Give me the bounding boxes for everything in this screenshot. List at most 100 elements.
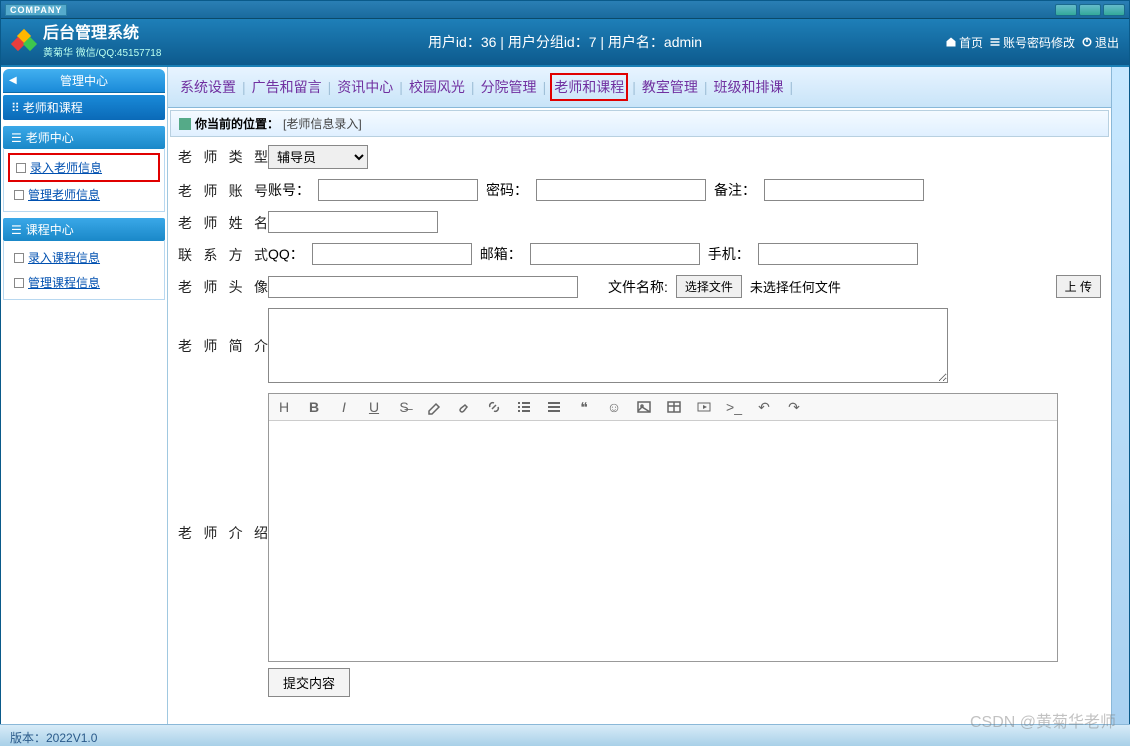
quote-icon[interactable]: ❝	[575, 398, 593, 416]
home-icon	[945, 36, 957, 48]
main-area: 系统设置| 广告和留言| 资讯中心| 校园风光| 分院管理| 老师和课程| 教室…	[168, 67, 1111, 745]
bullet-icon	[14, 253, 24, 263]
redo-icon[interactable]: ↷	[785, 398, 803, 416]
list-icon[interactable]	[515, 398, 533, 416]
emoji-icon[interactable]: ☺	[605, 398, 623, 416]
home-link[interactable]: 首页	[945, 34, 983, 51]
bullet-icon	[14, 190, 24, 200]
app-title: 后台管理系统	[43, 26, 161, 42]
nav-campus[interactable]: 校园风光	[407, 75, 467, 99]
label-bio: 老师简介	[178, 308, 268, 356]
change-password-link[interactable]: 账号密码修改	[989, 34, 1075, 51]
avatar-path-input[interactable]	[268, 276, 578, 298]
underline-icon[interactable]: U	[365, 398, 383, 416]
sidebar-item-add-teacher[interactable]: 录入老师信息	[8, 153, 160, 182]
label-account: 老师账号	[178, 179, 268, 201]
sidebar-group-teacher[interactable]: ☰ 老师中心	[3, 126, 165, 149]
form-content: 老师类型 辅导员 老师账号 账号： 密码： 备注：	[168, 139, 1111, 745]
video-icon[interactable]	[695, 398, 713, 416]
editor-toolbar: H B I U S̶ ❝ ☺	[269, 394, 1057, 421]
editor-content[interactable]	[269, 421, 1057, 661]
app-subtitle: 黄菊华 微信/QQ:45157718	[43, 44, 161, 59]
label-password: 密码：	[486, 180, 528, 200]
logout-link[interactable]: 退出	[1081, 34, 1119, 51]
rich-editor: H B I U S̶ ❝ ☺	[268, 393, 1058, 662]
label-qq: QQ：	[268, 244, 304, 264]
sidebar-item-manage-course[interactable]: 管理课程信息	[8, 270, 160, 295]
label-contact: 联系方式	[178, 243, 268, 265]
logout-label: 退出	[1095, 34, 1119, 51]
power-icon	[1081, 36, 1093, 48]
strike-icon[interactable]: S̶	[395, 398, 413, 416]
breadcrumb-path: [老师信息录入]	[283, 115, 362, 132]
link-icon[interactable]	[485, 398, 503, 416]
highlight-icon[interactable]	[425, 398, 443, 416]
bold-icon[interactable]: B	[305, 398, 323, 416]
qq-input[interactable]	[312, 243, 472, 265]
submit-button[interactable]: 提交内容	[268, 668, 350, 697]
phone-input[interactable]	[758, 243, 918, 265]
label-type: 老师类型	[178, 145, 268, 167]
nav-system[interactable]: 系统设置	[178, 75, 238, 99]
teacher-name-input[interactable]	[268, 211, 438, 233]
username-input[interactable]	[318, 179, 478, 201]
code-icon[interactable]: >_	[725, 398, 743, 416]
sidebar-module: ⠿ 老师和课程	[3, 95, 165, 120]
location-icon	[179, 118, 191, 130]
bullet-icon	[14, 278, 24, 288]
sidebar-title: 管理中心	[3, 69, 165, 93]
password-input[interactable]	[536, 179, 706, 201]
email-input[interactable]	[530, 243, 700, 265]
home-label: 首页	[959, 34, 983, 51]
sidebar-item-add-course[interactable]: 录入课程信息	[8, 245, 160, 270]
minimize-button[interactable]	[1055, 4, 1077, 16]
sidebar: 管理中心 ⠿ 老师和课程 ☰ 老师中心 录入老师信息	[1, 67, 168, 745]
nav-classroom[interactable]: 教室管理	[640, 75, 700, 99]
brush-icon[interactable]	[455, 398, 473, 416]
image-icon[interactable]	[635, 398, 653, 416]
bullet-icon	[16, 163, 26, 173]
list-icon	[989, 36, 1001, 48]
breadcrumb: 你当前的位置： [老师信息录入]	[170, 110, 1109, 137]
breadcrumb-prefix: 你当前的位置：	[195, 115, 279, 132]
app-header: 后台管理系统 黄菊华 微信/QQ:45157718 用户id：36 | 用户分组…	[1, 19, 1129, 65]
align-icon[interactable]	[545, 398, 563, 416]
maximize-button[interactable]	[1079, 4, 1101, 16]
label-avatar: 老师头像	[178, 275, 268, 297]
logo-icon	[11, 29, 37, 55]
list-icon: ☰	[11, 131, 22, 145]
list-icon: ☰	[11, 223, 22, 237]
table-icon[interactable]	[665, 398, 683, 416]
heading-icon[interactable]: H	[275, 398, 293, 416]
nav-branch[interactable]: 分院管理	[479, 75, 539, 99]
sidebar-module-label: 老师和课程	[23, 99, 83, 116]
nav-teacher-course[interactable]: 老师和课程	[550, 73, 628, 101]
bio-textarea[interactable]	[268, 308, 948, 383]
user-info: 用户id：36 | 用户分组id：7 | 用户名：admin	[428, 32, 702, 52]
close-button[interactable]	[1103, 4, 1125, 16]
sidebar-group-label: 课程中心	[26, 221, 74, 238]
no-file-text: 未选择任何文件	[750, 277, 841, 296]
sidebar-group-label: 老师中心	[26, 129, 74, 146]
nav-schedule[interactable]: 班级和排课	[711, 75, 785, 99]
sidebar-item-label: 管理老师信息	[28, 186, 100, 203]
sidebar-item-label: 管理课程信息	[28, 274, 100, 291]
remark-input[interactable]	[764, 179, 924, 201]
footer: 版本：2022V1.0	[0, 724, 1130, 746]
undo-icon[interactable]: ↶	[755, 398, 773, 416]
sidebar-item-manage-teacher[interactable]: 管理老师信息	[8, 182, 160, 207]
nav-ads[interactable]: 广告和留言	[250, 75, 324, 99]
sidebar-group-course[interactable]: ☰ 课程中心	[3, 218, 165, 241]
change-password-label: 账号密码修改	[1003, 34, 1075, 51]
nav-news[interactable]: 资讯中心	[335, 75, 395, 99]
teacher-type-select[interactable]: 辅导员	[268, 145, 368, 169]
upload-button[interactable]: 上 传	[1056, 275, 1101, 298]
company-badge: COMPANY	[5, 4, 67, 16]
sidebar-item-label: 录入老师信息	[30, 159, 102, 176]
choose-file-button[interactable]: 选择文件	[676, 275, 742, 298]
italic-icon[interactable]: I	[335, 398, 353, 416]
label-filename: 文件名称:	[608, 277, 668, 297]
label-intro: 老师介绍	[178, 393, 268, 543]
right-scrollbar[interactable]	[1111, 67, 1129, 745]
label-phone: 手机：	[708, 244, 750, 264]
